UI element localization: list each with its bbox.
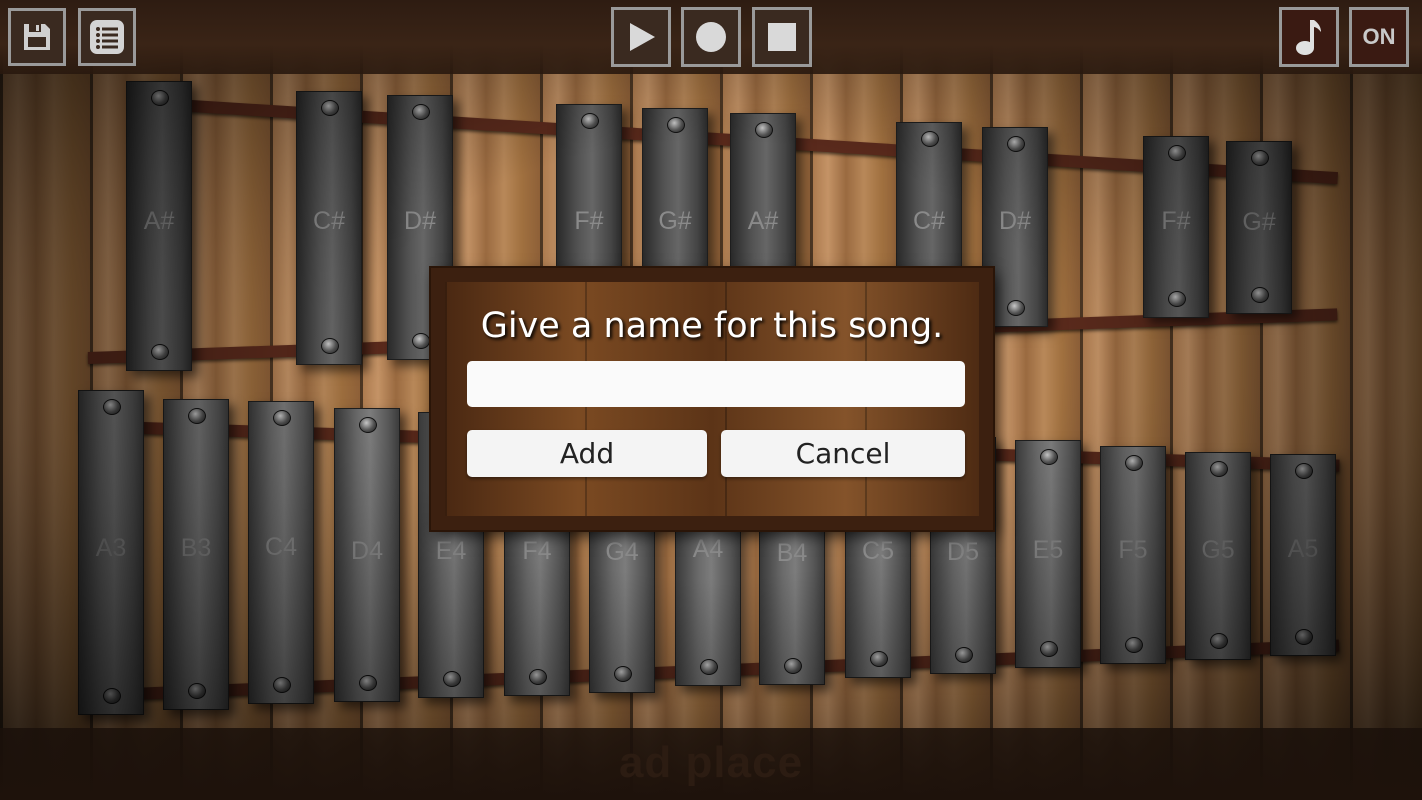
key-pin xyxy=(1251,287,1269,303)
key-pin xyxy=(151,90,169,106)
key-pin xyxy=(412,333,430,349)
key-pin xyxy=(188,683,206,699)
list-icon xyxy=(88,18,126,56)
ad-placeholder-text: ad place xyxy=(618,738,804,787)
key-label: G# xyxy=(1242,208,1276,236)
key-c4[interactable]: C4 xyxy=(248,401,314,704)
key-label: A# xyxy=(143,207,175,235)
key-label: G4 xyxy=(605,538,639,566)
key-pin xyxy=(321,338,339,354)
key-label: F# xyxy=(574,207,604,235)
dialog-title: Give a name for this song. xyxy=(480,306,944,346)
stop-icon xyxy=(765,20,799,54)
key-label: F# xyxy=(1161,207,1191,235)
song-name-input[interactable] xyxy=(467,361,965,407)
key-pin xyxy=(359,417,377,433)
key-label: A# xyxy=(747,207,779,235)
key-pin xyxy=(412,104,430,120)
record-icon xyxy=(694,20,728,54)
key-pin xyxy=(1125,455,1143,471)
key-label: C# xyxy=(913,207,945,235)
key-pin xyxy=(870,651,888,667)
key-pin xyxy=(529,669,547,685)
key-a-sharp-4[interactable]: A# xyxy=(126,81,192,371)
key-pin xyxy=(581,113,599,129)
key-g5[interactable]: G5 xyxy=(1185,452,1251,660)
key-label: A5 xyxy=(1287,535,1319,563)
key-pin xyxy=(443,671,461,687)
key-pin xyxy=(103,399,121,415)
cancel-button[interactable]: Cancel xyxy=(721,430,965,477)
key-pin xyxy=(151,344,169,360)
key-f-sharp-6[interactable]: F# xyxy=(1143,136,1209,318)
key-label: G# xyxy=(658,207,692,235)
key-pin xyxy=(188,408,206,424)
sound-toggle[interactable]: ON xyxy=(1349,7,1409,67)
key-label: E4 xyxy=(435,537,467,565)
play-button[interactable] xyxy=(611,7,671,67)
key-a3[interactable]: A3 xyxy=(78,390,144,715)
song-list-button[interactable] xyxy=(78,8,136,66)
add-button[interactable]: Add xyxy=(467,430,707,477)
key-label: B3 xyxy=(180,534,212,562)
key-label: C4 xyxy=(265,533,297,561)
key-label: F5 xyxy=(1118,536,1148,564)
floppy-disk-icon xyxy=(21,21,53,53)
key-label: D# xyxy=(999,207,1031,235)
key-label: B4 xyxy=(776,539,808,567)
key-pin xyxy=(103,688,121,704)
key-pin xyxy=(359,675,377,691)
key-label: E5 xyxy=(1032,536,1064,564)
key-pin xyxy=(273,410,291,426)
key-pin xyxy=(321,100,339,116)
play-icon xyxy=(624,20,658,54)
key-e5[interactable]: E5 xyxy=(1015,440,1081,668)
save-button[interactable] xyxy=(8,8,66,66)
key-pin xyxy=(921,131,939,147)
key-pin xyxy=(1007,136,1025,152)
key-pin xyxy=(1295,629,1313,645)
stop-button[interactable] xyxy=(752,7,812,67)
key-pin xyxy=(755,122,773,138)
key-pin xyxy=(273,677,291,693)
key-label: C5 xyxy=(862,537,894,565)
key-pin xyxy=(784,658,802,674)
key-pin xyxy=(614,666,632,682)
key-g-sharp-6[interactable]: G# xyxy=(1226,141,1292,314)
key-label: G5 xyxy=(1201,536,1235,564)
key-d4[interactable]: D4 xyxy=(334,408,400,702)
key-label: F4 xyxy=(522,537,552,565)
key-pin xyxy=(1210,461,1228,477)
key-pin xyxy=(1295,463,1313,479)
note-label-toggle[interactable] xyxy=(1279,7,1339,67)
record-button[interactable] xyxy=(681,7,741,67)
key-pin xyxy=(1125,637,1143,653)
music-note-icon xyxy=(1291,17,1327,57)
key-label: D5 xyxy=(947,538,979,566)
key-label: A3 xyxy=(95,534,127,562)
key-label: A4 xyxy=(692,535,724,563)
key-label: C# xyxy=(313,207,345,235)
key-c-sharp-5[interactable]: C# xyxy=(296,91,362,365)
key-label: D4 xyxy=(351,537,383,565)
key-pin xyxy=(1168,291,1186,307)
key-pin xyxy=(667,117,685,133)
key-pin xyxy=(1251,150,1269,166)
key-a5[interactable]: A5 xyxy=(1270,454,1336,656)
sound-toggle-label: ON xyxy=(1362,24,1396,49)
key-label: D# xyxy=(404,207,436,235)
key-pin xyxy=(1040,641,1058,657)
key-pin xyxy=(700,659,718,675)
key-pin xyxy=(1210,633,1228,649)
key-pin xyxy=(1040,449,1058,465)
key-pin xyxy=(1168,145,1186,161)
key-pin xyxy=(1007,300,1025,316)
key-pin xyxy=(955,647,973,663)
key-f5[interactable]: F5 xyxy=(1100,446,1166,664)
key-b3[interactable]: B3 xyxy=(163,399,229,710)
